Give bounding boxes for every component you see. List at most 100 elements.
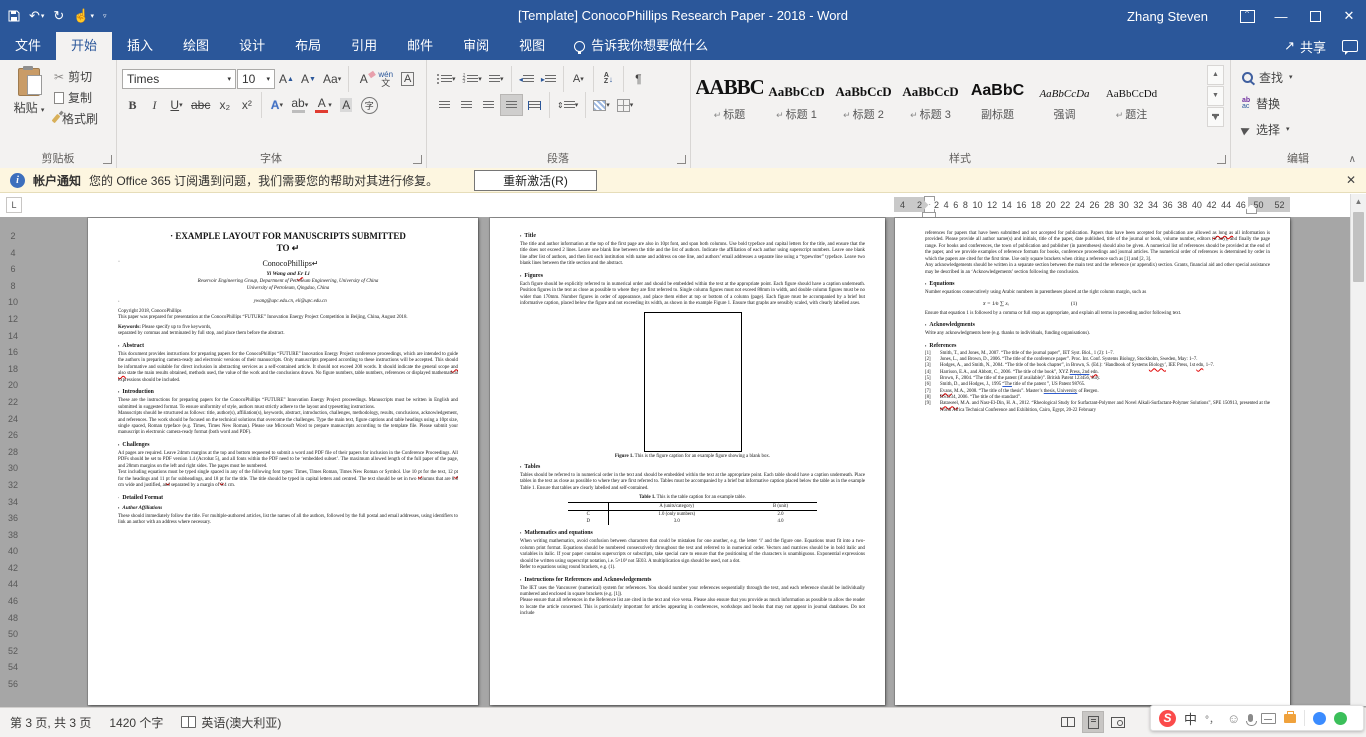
page-indicator[interactable]: 第 3 页, 共 3 页 <box>10 714 91 731</box>
font-size-combo[interactable]: 10▾ <box>237 69 275 89</box>
grow-font-button[interactable]: A▲ <box>276 69 297 89</box>
ime-extra-icon[interactable] <box>1334 712 1347 725</box>
restore-button[interactable] <box>1298 0 1332 32</box>
select-button[interactable]: 选择▾ <box>1242 121 1290 138</box>
style-item-heading-3[interactable]: AaBbCcD↵标题 3 <box>897 64 964 136</box>
find-button[interactable]: 查找▾ <box>1242 69 1293 86</box>
italic-button[interactable]: I <box>144 95 165 115</box>
proofing-status[interactable]: 英语(澳大利亚) <box>181 714 281 731</box>
paste-button[interactable]: 粘贴 ▾ <box>8 68 50 140</box>
styles-more-icon[interactable]: ▬▼ <box>1207 107 1224 127</box>
format-painter-button[interactable]: 格式刷 <box>54 110 98 127</box>
multilevel-list-button[interactable]: ▾ <box>486 69 507 89</box>
tell-me-box[interactable]: 告诉我你想要做什么 <box>560 32 722 60</box>
styles-dialog-launcher[interactable] <box>1217 155 1226 164</box>
ime-skin-icon[interactable] <box>1313 712 1326 725</box>
ime-punctuation-toggle[interactable]: °， <box>1205 711 1219 726</box>
highlight-color-button[interactable]: ab▾ <box>288 95 311 115</box>
replace-button[interactable]: abac替换 <box>1242 95 1280 112</box>
asian-layout-button[interactable]: A▾ <box>568 69 589 89</box>
tab-stop-selector[interactable]: L <box>6 197 22 213</box>
tab-design[interactable]: 设计 <box>224 32 280 60</box>
copy-button[interactable]: 复制 <box>54 89 98 106</box>
style-item-subtitle[interactable]: AaBbC副标题 <box>964 64 1031 136</box>
bullets-button[interactable]: ▾ <box>434 69 459 89</box>
tab-file[interactable]: 文件 <box>0 32 56 60</box>
microphone-icon[interactable] <box>1248 714 1253 722</box>
align-right-button[interactable] <box>478 95 499 115</box>
clipboard-dialog-launcher[interactable] <box>103 155 112 164</box>
align-center-button[interactable] <box>456 95 477 115</box>
signed-in-user[interactable]: Zhang Steven <box>1127 9 1208 24</box>
save-icon[interactable] <box>8 10 20 22</box>
notification-close-icon[interactable]: ✕ <box>1346 173 1356 187</box>
text-effects-button[interactable]: A▾ <box>266 95 287 115</box>
change-case-button[interactable]: Aa▾ <box>320 69 344 89</box>
document-page-2[interactable]: ▪TitleThe title and author information a… <box>490 218 885 705</box>
borders-button[interactable]: ▾ <box>614 95 637 115</box>
toolbox-icon[interactable] <box>1284 714 1296 723</box>
document-page-1[interactable]: · EXAMPLE LAYOUT FOR MANUSCRIPTS SUBMITT… <box>88 218 478 705</box>
collapse-ribbon-icon[interactable]: ∧ <box>1349 154 1356 165</box>
font-color-button[interactable]: A▾ <box>312 95 335 115</box>
cut-button[interactable]: ✂剪切 <box>54 68 98 85</box>
shrink-font-button[interactable]: A▼ <box>298 69 319 89</box>
character-border-button[interactable]: A <box>397 69 418 89</box>
tab-home[interactable]: 开始 <box>56 32 112 60</box>
decrease-indent-button[interactable]: ◂ <box>516 69 537 89</box>
numbering-button[interactable]: 123▾ <box>460 69 485 89</box>
scrollbar-thumb[interactable] <box>1353 212 1364 282</box>
character-shading-button[interactable]: A <box>336 95 357 115</box>
phonetic-guide-button[interactable]: wén文 <box>375 69 396 89</box>
emoji-icon[interactable]: ☺ <box>1227 712 1240 725</box>
styles-scroll-down-icon[interactable]: ▼ <box>1207 86 1224 106</box>
styles-scroll-up-icon[interactable]: ▲ <box>1207 65 1224 85</box>
customize-qat-icon[interactable]: ▿ <box>103 13 107 20</box>
undo-icon[interactable]: ↶▾ <box>29 8 44 24</box>
read-mode-icon[interactable] <box>1058 712 1078 732</box>
increase-indent-button[interactable]: ▸ <box>538 69 559 89</box>
clear-formatting-button[interactable]: A <box>353 69 374 89</box>
tab-draw[interactable]: 绘图 <box>168 32 224 60</box>
superscript-button[interactable]: x² <box>236 95 257 115</box>
strikethrough-button[interactable]: abc <box>188 95 213 115</box>
keyboard-icon[interactable] <box>1261 713 1276 724</box>
style-item-caption[interactable]: AaBbCcDd↵题注 <box>1098 64 1165 136</box>
web-layout-icon[interactable] <box>1108 712 1128 732</box>
style-item-heading-2[interactable]: AaBbCcD↵标题 2 <box>830 64 897 136</box>
sort-button[interactable]: AZ↓ <box>598 69 619 89</box>
font-name-combo[interactable]: Times▾ <box>122 69 236 89</box>
ribbon-display-options-icon[interactable]: ^ <box>1230 0 1264 32</box>
touch-mode-icon[interactable]: ☝▾ <box>73 8 94 24</box>
tab-review[interactable]: 审阅 <box>448 32 504 60</box>
line-spacing-button[interactable]: ⇕▾ <box>554 95 581 115</box>
show-hide-marks-button[interactable]: ¶ <box>628 69 649 89</box>
comments-icon[interactable] <box>1342 40 1358 52</box>
close-button[interactable]: ✕ <box>1332 0 1366 32</box>
word-count[interactable]: 1420 个字 <box>109 714 163 731</box>
share-button[interactable]: ↗ 共享 <box>1284 37 1326 56</box>
enclose-characters-button[interactable]: 字 <box>358 95 381 115</box>
document-page-3[interactable]: references for papers that have been sub… <box>895 218 1290 705</box>
shading-button[interactable]: ▾ <box>590 95 613 115</box>
print-layout-icon[interactable] <box>1082 711 1104 733</box>
paragraph-dialog-launcher[interactable] <box>677 155 686 164</box>
justify-button[interactable] <box>500 94 523 116</box>
style-item-title[interactable]: AABBC↵标题 <box>696 64 763 136</box>
tab-insert[interactable]: 插入 <box>112 32 168 60</box>
font-dialog-launcher[interactable] <box>413 155 422 164</box>
style-item-heading-1[interactable]: AaBbCcD↵标题 1 <box>763 64 830 136</box>
tab-layout[interactable]: 布局 <box>280 32 336 60</box>
ime-language-toggle[interactable]: 中 <box>1184 709 1197 728</box>
redo-icon[interactable]: ↻ <box>53 8 64 24</box>
scroll-up-icon[interactable]: ▲ <box>1351 194 1366 209</box>
style-item-emphasis[interactable]: AaBbCcDa强调 <box>1031 64 1098 136</box>
subscript-button[interactable]: x₂ <box>214 95 235 115</box>
bold-button[interactable]: B <box>122 95 143 115</box>
distribute-button[interactable] <box>524 95 545 115</box>
underline-button[interactable]: U▾ <box>166 95 187 115</box>
tab-mailings[interactable]: 邮件 <box>392 32 448 60</box>
reactivate-button[interactable]: 重新激活(R) <box>474 170 597 191</box>
align-left-button[interactable] <box>434 95 455 115</box>
minimize-button[interactable]: — <box>1264 0 1298 32</box>
